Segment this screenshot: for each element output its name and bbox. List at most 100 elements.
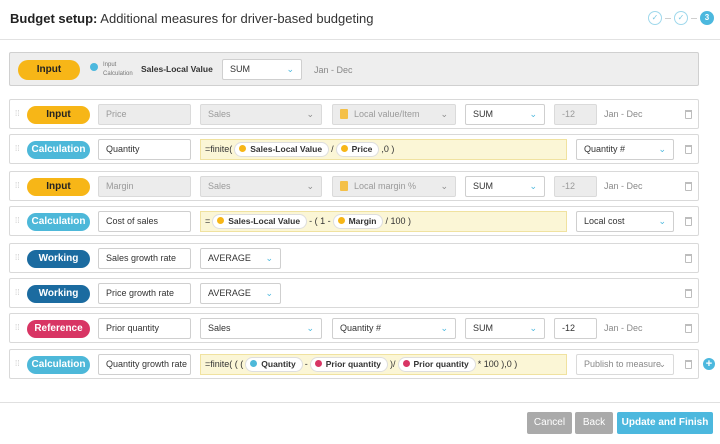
input-calc-toggle[interactable] bbox=[90, 63, 98, 71]
add-row-icon[interactable]: + bbox=[703, 358, 715, 370]
formula-token[interactable]: Quantity bbox=[245, 357, 303, 373]
formula-token[interactable]: Margin bbox=[332, 214, 384, 230]
source-measure-label: Sales-Local Value bbox=[141, 64, 213, 74]
type-badge-calculation[interactable]: Calculation bbox=[27, 356, 90, 374]
aggregation-select[interactable]: AVERAGE ⌄ bbox=[200, 283, 281, 304]
toggle-label-calculation: Calculation bbox=[103, 71, 133, 77]
step-divider bbox=[665, 17, 671, 19]
trash-icon[interactable] bbox=[685, 182, 692, 191]
offset-field[interactable]: -12 bbox=[554, 318, 597, 339]
cancel-button[interactable]: Cancel bbox=[527, 412, 572, 434]
type-badge-input[interactable]: Input bbox=[18, 60, 80, 80]
trash-icon[interactable] bbox=[685, 324, 692, 333]
formula-token[interactable]: Sales-Local Value bbox=[212, 214, 308, 230]
trash-icon[interactable] bbox=[685, 360, 692, 369]
update-and-finish-button[interactable]: Update and Finish bbox=[617, 412, 713, 434]
drag-handle-icon[interactable]: ⁞⁞ bbox=[15, 109, 19, 119]
measure-row[interactable]: ⁞⁞ Input Price Sales ⌄ Local value/Item ⌄ … bbox=[9, 99, 699, 129]
step-2-done[interactable]: ✓ bbox=[674, 11, 688, 25]
drag-handle-icon[interactable]: ⁞⁞ bbox=[15, 181, 19, 191]
formula-token[interactable]: Sales-Local Value bbox=[234, 142, 330, 158]
drag-handle-icon[interactable]: ⁞⁞ bbox=[15, 359, 19, 369]
aggregation-select[interactable]: SUM ⌄ bbox=[465, 104, 545, 125]
trash-icon[interactable] bbox=[685, 217, 692, 226]
measure-row[interactable]: ⁞⁞ Calculation Quantity =finite(Sales-Lo… bbox=[9, 134, 699, 164]
page-header: Budget setup: Additional measures for dr… bbox=[0, 0, 720, 40]
offset-field[interactable]: -12 bbox=[554, 176, 597, 197]
measure-row[interactable]: ⁞⁞ Working Sales growth rate AVERAGE ⌄ bbox=[9, 243, 699, 273]
back-button[interactable]: Back bbox=[575, 412, 613, 434]
step-1-done[interactable]: ✓ bbox=[648, 11, 662, 25]
reference-dot-icon bbox=[402, 360, 410, 368]
measure-row[interactable]: ⁞⁞ Reference Prior quantity Sales ⌄ Quant… bbox=[9, 313, 699, 343]
trash-icon[interactable] bbox=[685, 110, 692, 119]
source-measure-bar: Input Input Calculation Sales-Local Valu… bbox=[9, 52, 699, 86]
type-badge-reference[interactable]: Reference bbox=[27, 320, 90, 338]
dimension-select[interactable]: Sales ⌄ bbox=[200, 104, 322, 125]
chevron-down-icon: ⌄ bbox=[440, 181, 448, 191]
unit-select[interactable]: Quantity # ⌄ bbox=[332, 318, 456, 339]
dimension-select[interactable]: Sales ⌄ bbox=[200, 318, 322, 339]
chevron-down-icon: ⌄ bbox=[265, 253, 273, 263]
aggregation-select[interactable]: SUM ⌄ bbox=[465, 176, 545, 197]
drag-handle-icon[interactable]: ⁞⁞ bbox=[15, 216, 19, 226]
formula-token[interactable]: Prior quantity bbox=[397, 357, 476, 373]
unit-select[interactable]: Local margin % ⌄ bbox=[332, 176, 456, 197]
aggregation-select[interactable]: SUM ⌄ bbox=[222, 59, 302, 80]
chevron-down-icon: ⌄ bbox=[529, 323, 537, 333]
chevron-down-icon: ⌄ bbox=[265, 288, 273, 298]
dimension-select[interactable]: Sales ⌄ bbox=[200, 176, 322, 197]
drag-handle-icon[interactable]: ⁞⁞ bbox=[15, 323, 19, 333]
chevron-down-icon: ⌄ bbox=[306, 323, 314, 333]
calculation-dot-icon bbox=[250, 360, 258, 368]
aggregation-select[interactable]: SUM ⌄ bbox=[465, 318, 545, 339]
period-label: Jan - Dec bbox=[604, 323, 643, 333]
input-dot-icon bbox=[337, 217, 345, 225]
measure-row[interactable]: ⁞⁞ Calculation Quantity growth rate =fin… bbox=[9, 349, 699, 379]
toggle-label-input: Input bbox=[103, 62, 117, 68]
input-dot-icon bbox=[340, 145, 348, 153]
chevron-down-icon: ⌄ bbox=[658, 216, 666, 226]
drag-handle-icon[interactable]: ⁞⁞ bbox=[15, 144, 19, 154]
trash-icon[interactable] bbox=[685, 145, 692, 154]
target-measure-select[interactable]: Quantity # ⌄ bbox=[576, 139, 674, 160]
measure-row[interactable]: ⁞⁞ Calculation Cost of sales = Sales-Loca… bbox=[9, 206, 699, 236]
period-label: Jan - Dec bbox=[604, 181, 643, 191]
formula-editor[interactable]: =finite(Sales-Local Value / Price ,0 ) bbox=[200, 139, 567, 160]
type-badge-calculation[interactable]: Calculation bbox=[27, 141, 90, 159]
chevron-down-icon: ⌄ bbox=[306, 109, 314, 119]
type-badge-input[interactable]: Input bbox=[27, 178, 90, 196]
formula-editor[interactable]: =finite( ( (Quantity - Prior quantity)/Pri… bbox=[200, 354, 567, 375]
calculator-icon bbox=[340, 180, 348, 191]
type-badge-working[interactable]: Working bbox=[27, 250, 90, 268]
drag-handle-icon[interactable]: ⁞⁞ bbox=[15, 253, 19, 263]
measure-row[interactable]: ⁞⁞ Working Price growth rate AVERAGE ⌄ bbox=[9, 278, 699, 308]
measure-name-field[interactable]: Prior quantity bbox=[98, 318, 191, 339]
offset-field[interactable]: -12 bbox=[554, 104, 597, 125]
type-badge-input[interactable]: Input bbox=[27, 106, 90, 124]
aggregation-select[interactable]: AVERAGE ⌄ bbox=[200, 248, 281, 269]
measure-name-field[interactable]: Cost of sales bbox=[98, 211, 191, 232]
measure-row[interactable]: ⁞⁞ Input Margin Sales ⌄ Local margin % ⌄ S… bbox=[9, 171, 699, 201]
period-label: Jan - Dec bbox=[604, 109, 643, 119]
formula-editor[interactable]: = Sales-Local Value - ( 1 - Margin/ 100 ) bbox=[200, 211, 567, 232]
formula-token[interactable]: Prior quantity bbox=[309, 357, 389, 373]
step-3-current[interactable]: 3 bbox=[700, 11, 714, 25]
measure-name-field[interactable]: Sales growth rate bbox=[98, 248, 191, 269]
unit-select[interactable]: Local value/Item ⌄ bbox=[332, 104, 456, 125]
target-measure-select[interactable]: Local cost ⌄ bbox=[576, 211, 674, 232]
type-badge-calculation[interactable]: Calculation bbox=[27, 213, 90, 231]
measure-name-field[interactable]: Quantity bbox=[98, 139, 191, 160]
target-measure-select[interactable]: Publish to measure ⌄ bbox=[576, 354, 674, 375]
measure-name-field[interactable]: Price bbox=[98, 104, 191, 125]
step-divider bbox=[691, 17, 697, 19]
type-badge-working[interactable]: Working bbox=[27, 285, 90, 303]
chevron-down-icon: ⌄ bbox=[658, 144, 666, 154]
measure-name-field[interactable]: Margin bbox=[98, 176, 191, 197]
drag-handle-icon[interactable]: ⁞⁞ bbox=[15, 288, 19, 298]
measure-name-field[interactable]: Quantity growth rate bbox=[98, 354, 191, 375]
measure-name-field[interactable]: Price growth rate bbox=[98, 283, 191, 304]
trash-icon[interactable] bbox=[685, 289, 692, 298]
trash-icon[interactable] bbox=[685, 254, 692, 263]
formula-token[interactable]: Price bbox=[335, 142, 380, 158]
